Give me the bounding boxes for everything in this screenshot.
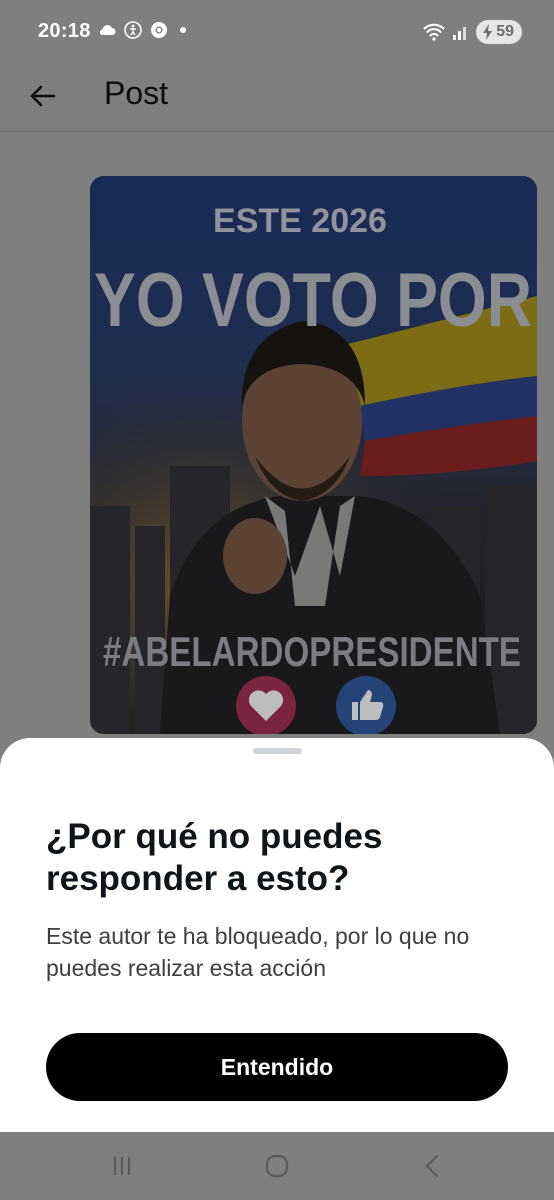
- recent-apps-icon: [113, 1157, 131, 1175]
- battery-level: 59: [496, 23, 514, 40]
- status-time: 20:18: [38, 20, 91, 42]
- page-title: Post: [104, 75, 169, 111]
- signal-icon: [453, 27, 467, 40]
- sheet-grab-handle[interactable]: [253, 748, 302, 754]
- post-image[interactable]: ESTE 2026 YO VOTO POR #ABELARDOPRESIDENT…: [90, 176, 537, 734]
- sheet-body: Este autor te ha bloqueado, por lo que n…: [46, 923, 470, 981]
- bottom-sheet: ¿Por qué no puedes responder a esto? Est…: [0, 738, 554, 1132]
- image-dim-overlay: [90, 176, 537, 734]
- wifi-icon: [423, 23, 445, 41]
- dot-icon: [180, 27, 186, 33]
- cloud-icon: [99, 25, 116, 35]
- home-button[interactable]: [259, 1150, 295, 1182]
- status-icons-right: 59: [422, 20, 522, 44]
- charging-icon: [483, 24, 493, 40]
- back-nav-icon: [425, 1154, 439, 1178]
- status-bar: 20:18 59: [0, 0, 554, 66]
- confirm-button[interactable]: Entendido: [46, 1033, 508, 1101]
- chrome-icon: [151, 22, 167, 38]
- arrow-left-icon: [30, 85, 56, 107]
- system-nav-bar: [0, 1132, 554, 1200]
- battery-indicator: 59: [476, 20, 522, 44]
- accessibility-icon: [124, 21, 142, 39]
- recent-apps-button[interactable]: [104, 1150, 140, 1182]
- app-header: Post: [0, 66, 554, 132]
- back-button[interactable]: [22, 76, 62, 116]
- back-nav-button[interactable]: [414, 1150, 450, 1182]
- sheet-title: ¿Por qué no puedes responder a esto?: [46, 817, 383, 898]
- home-icon: [265, 1154, 289, 1178]
- status-icons-left: [98, 21, 190, 39]
